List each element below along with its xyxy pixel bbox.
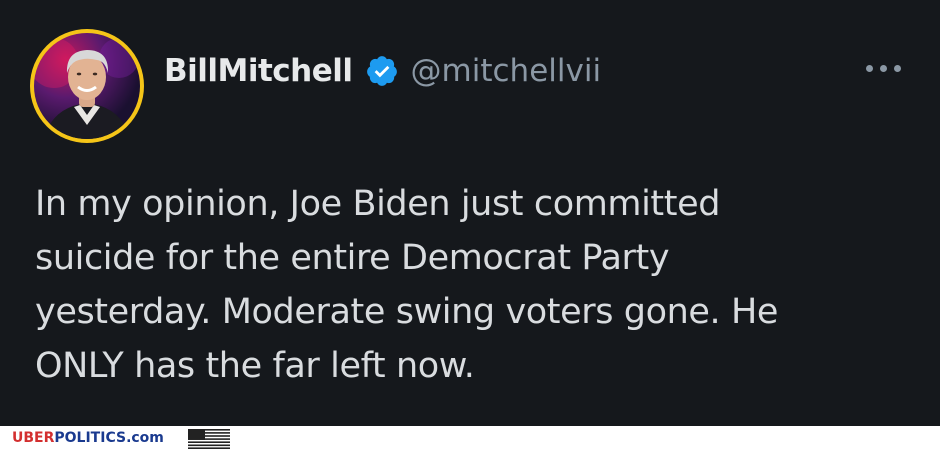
tweet-text-line: yesterday. Moderate swing voters gone. H… [35,292,779,332]
more-horizontal-icon [894,65,901,72]
tweet-text: In my opinion, Joe Biden just committed … [35,177,915,393]
author-row: BillMitchell @mitchellvii [164,46,601,96]
more-horizontal-icon [866,65,873,72]
display-name[interactable]: BillMitchell [164,53,353,89]
more-options-button[interactable] [860,58,910,80]
watermark-bar: UBERPOLITICS.com [0,426,940,451]
tweet-text-line: ONLY has the far left now. [35,346,475,386]
watermark-text: UBERPOLITICS.com [12,430,164,447]
us-flag-icon [188,429,230,449]
watermark-part: POLITICS [54,430,127,446]
watermark-part: UBER [12,430,55,446]
tweet-text-line: In my opinion, Joe Biden just committed [35,184,721,224]
avatar-photo [34,33,140,139]
author-handle[interactable]: @mitchellvii [411,53,602,89]
tweet-card: BillMitchell @mitchellvii In my opinion,… [0,0,940,426]
avatar[interactable] [30,29,144,143]
verified-badge-icon [365,54,399,88]
watermark-part: .com [126,430,164,446]
tweet-text-line: suicide for the entire Democrat Party [35,238,670,278]
more-horizontal-icon [880,65,887,72]
